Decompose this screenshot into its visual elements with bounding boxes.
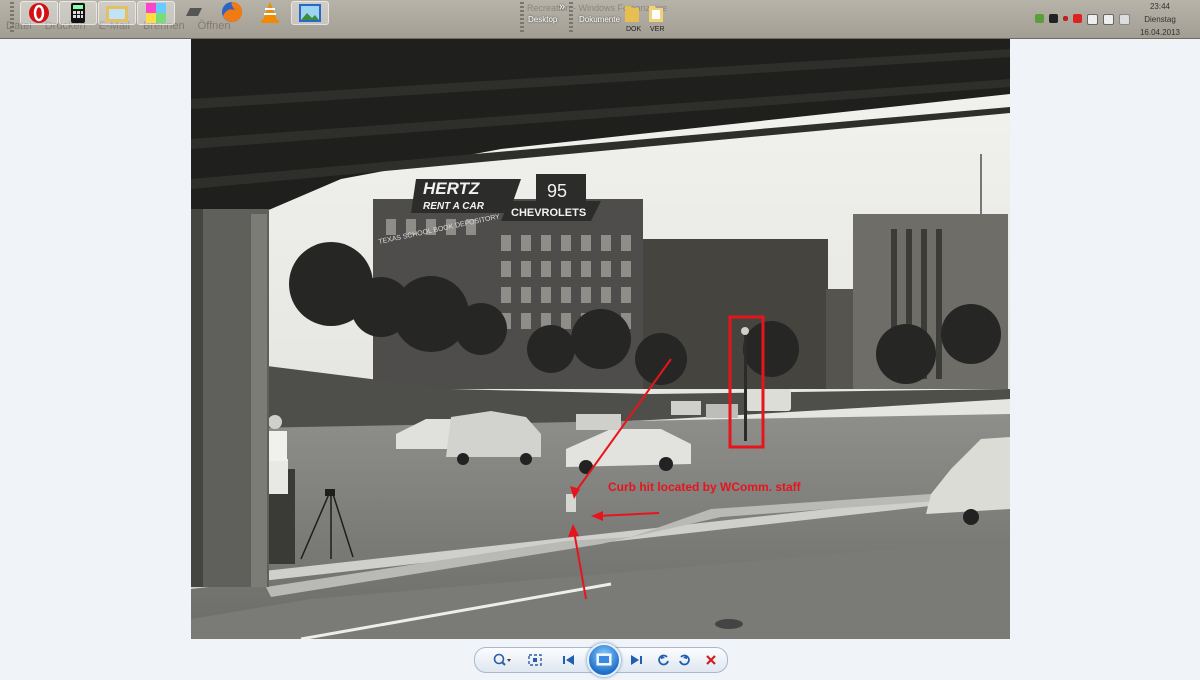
documents-toolbar-link[interactable]: Dokumente [579, 15, 620, 24]
folder-icon[interactable] [649, 4, 663, 22]
next-icon [631, 655, 642, 665]
firefox-button[interactable] [214, 1, 250, 23]
desktop-toolbar-link[interactable]: Desktop [528, 15, 557, 24]
fit-to-window-icon [528, 654, 542, 666]
sign-line-2: RENT A CAR [423, 201, 485, 212]
toolbar-grip[interactable] [520, 2, 524, 34]
taskbar: Datei Drucken E-Mail Brennen Öffnen Recr… [0, 0, 1200, 39]
paint-button[interactable] [137, 1, 175, 25]
fit-to-window-button[interactable] [525, 648, 545, 672]
zoom-button[interactable] [489, 648, 515, 672]
folder-image-icon [106, 6, 128, 22]
action-center-icon[interactable] [1103, 14, 1114, 25]
clock-date: 16.04.2013 [1139, 28, 1181, 37]
system-tray [1035, 14, 1130, 25]
eraser-button[interactable] [176, 1, 212, 23]
antivirus-icon[interactable] [1073, 14, 1082, 23]
delete-icon [706, 655, 716, 665]
folder-icon[interactable] [625, 4, 639, 22]
photo-viewer-canvas: TEXAS SCHOOL BOOK DEPOSITORY HERTZ RENT … [0, 39, 1200, 643]
security-icon[interactable] [1035, 14, 1044, 23]
photo-viewer-button[interactable] [291, 1, 329, 25]
annotation-label: Curb hit located by WComm. staff [608, 480, 802, 494]
sign-number: 95 [547, 181, 567, 201]
historic-photo: TEXAS SCHOOL BOOK DEPOSITORY HERTZ RENT … [191, 39, 1010, 639]
vlc-cone-icon [261, 2, 279, 23]
delete-button[interactable] [701, 648, 721, 672]
volume-icon[interactable] [1119, 14, 1130, 25]
chevron-icon[interactable]: » [559, 1, 565, 13]
clock-day: Dienstag [1144, 15, 1176, 24]
toolbar-grip[interactable] [10, 2, 14, 34]
explorer-button[interactable] [98, 1, 136, 25]
clock[interactable]: 23:44 Dienstag 16.04.2013 [1130, 0, 1190, 39]
folder-label: DOK [626, 26, 642, 33]
previous-icon [563, 655, 574, 665]
folder-label: VER [650, 26, 665, 33]
sign-right: CHEVROLETS [511, 207, 586, 219]
opera-icon [29, 3, 49, 23]
rotate-right-button[interactable] [675, 648, 693, 672]
firefox-icon [222, 1, 243, 22]
rotate-left-icon [658, 654, 669, 666]
notification-icon[interactable] [1063, 16, 1068, 21]
next-button[interactable] [620, 648, 650, 672]
slideshow-button[interactable] [587, 643, 621, 677]
app-tray-icon[interactable] [1049, 14, 1058, 23]
photo-frame: TEXAS SCHOOL BOOK DEPOSITORY HERTZ RENT … [191, 39, 1010, 639]
zoom-icon [493, 653, 511, 666]
opera-button[interactable] [20, 1, 58, 25]
calculator-button[interactable] [59, 1, 97, 25]
sign-line-1: HERTZ [423, 179, 480, 198]
eraser-icon [186, 8, 202, 16]
previous-button[interactable] [555, 648, 585, 672]
ghost-window-title: Recreation - Windows Fotoanzeige [527, 3, 668, 13]
calculator-icon [71, 3, 85, 23]
flag-icon[interactable] [1087, 14, 1098, 25]
color-palette-icon [146, 3, 166, 23]
toolbar-grip[interactable] [569, 2, 573, 34]
rotate-right-icon [679, 654, 690, 666]
vlc-button[interactable] [252, 1, 288, 23]
photo-viewer-icon [299, 4, 321, 22]
viewer-toolbar [474, 643, 728, 677]
clock-time: 23:44 [1149, 2, 1171, 11]
rotate-left-button[interactable] [655, 648, 673, 672]
manhole-cover [715, 619, 743, 629]
slideshow-icon [596, 653, 612, 666]
